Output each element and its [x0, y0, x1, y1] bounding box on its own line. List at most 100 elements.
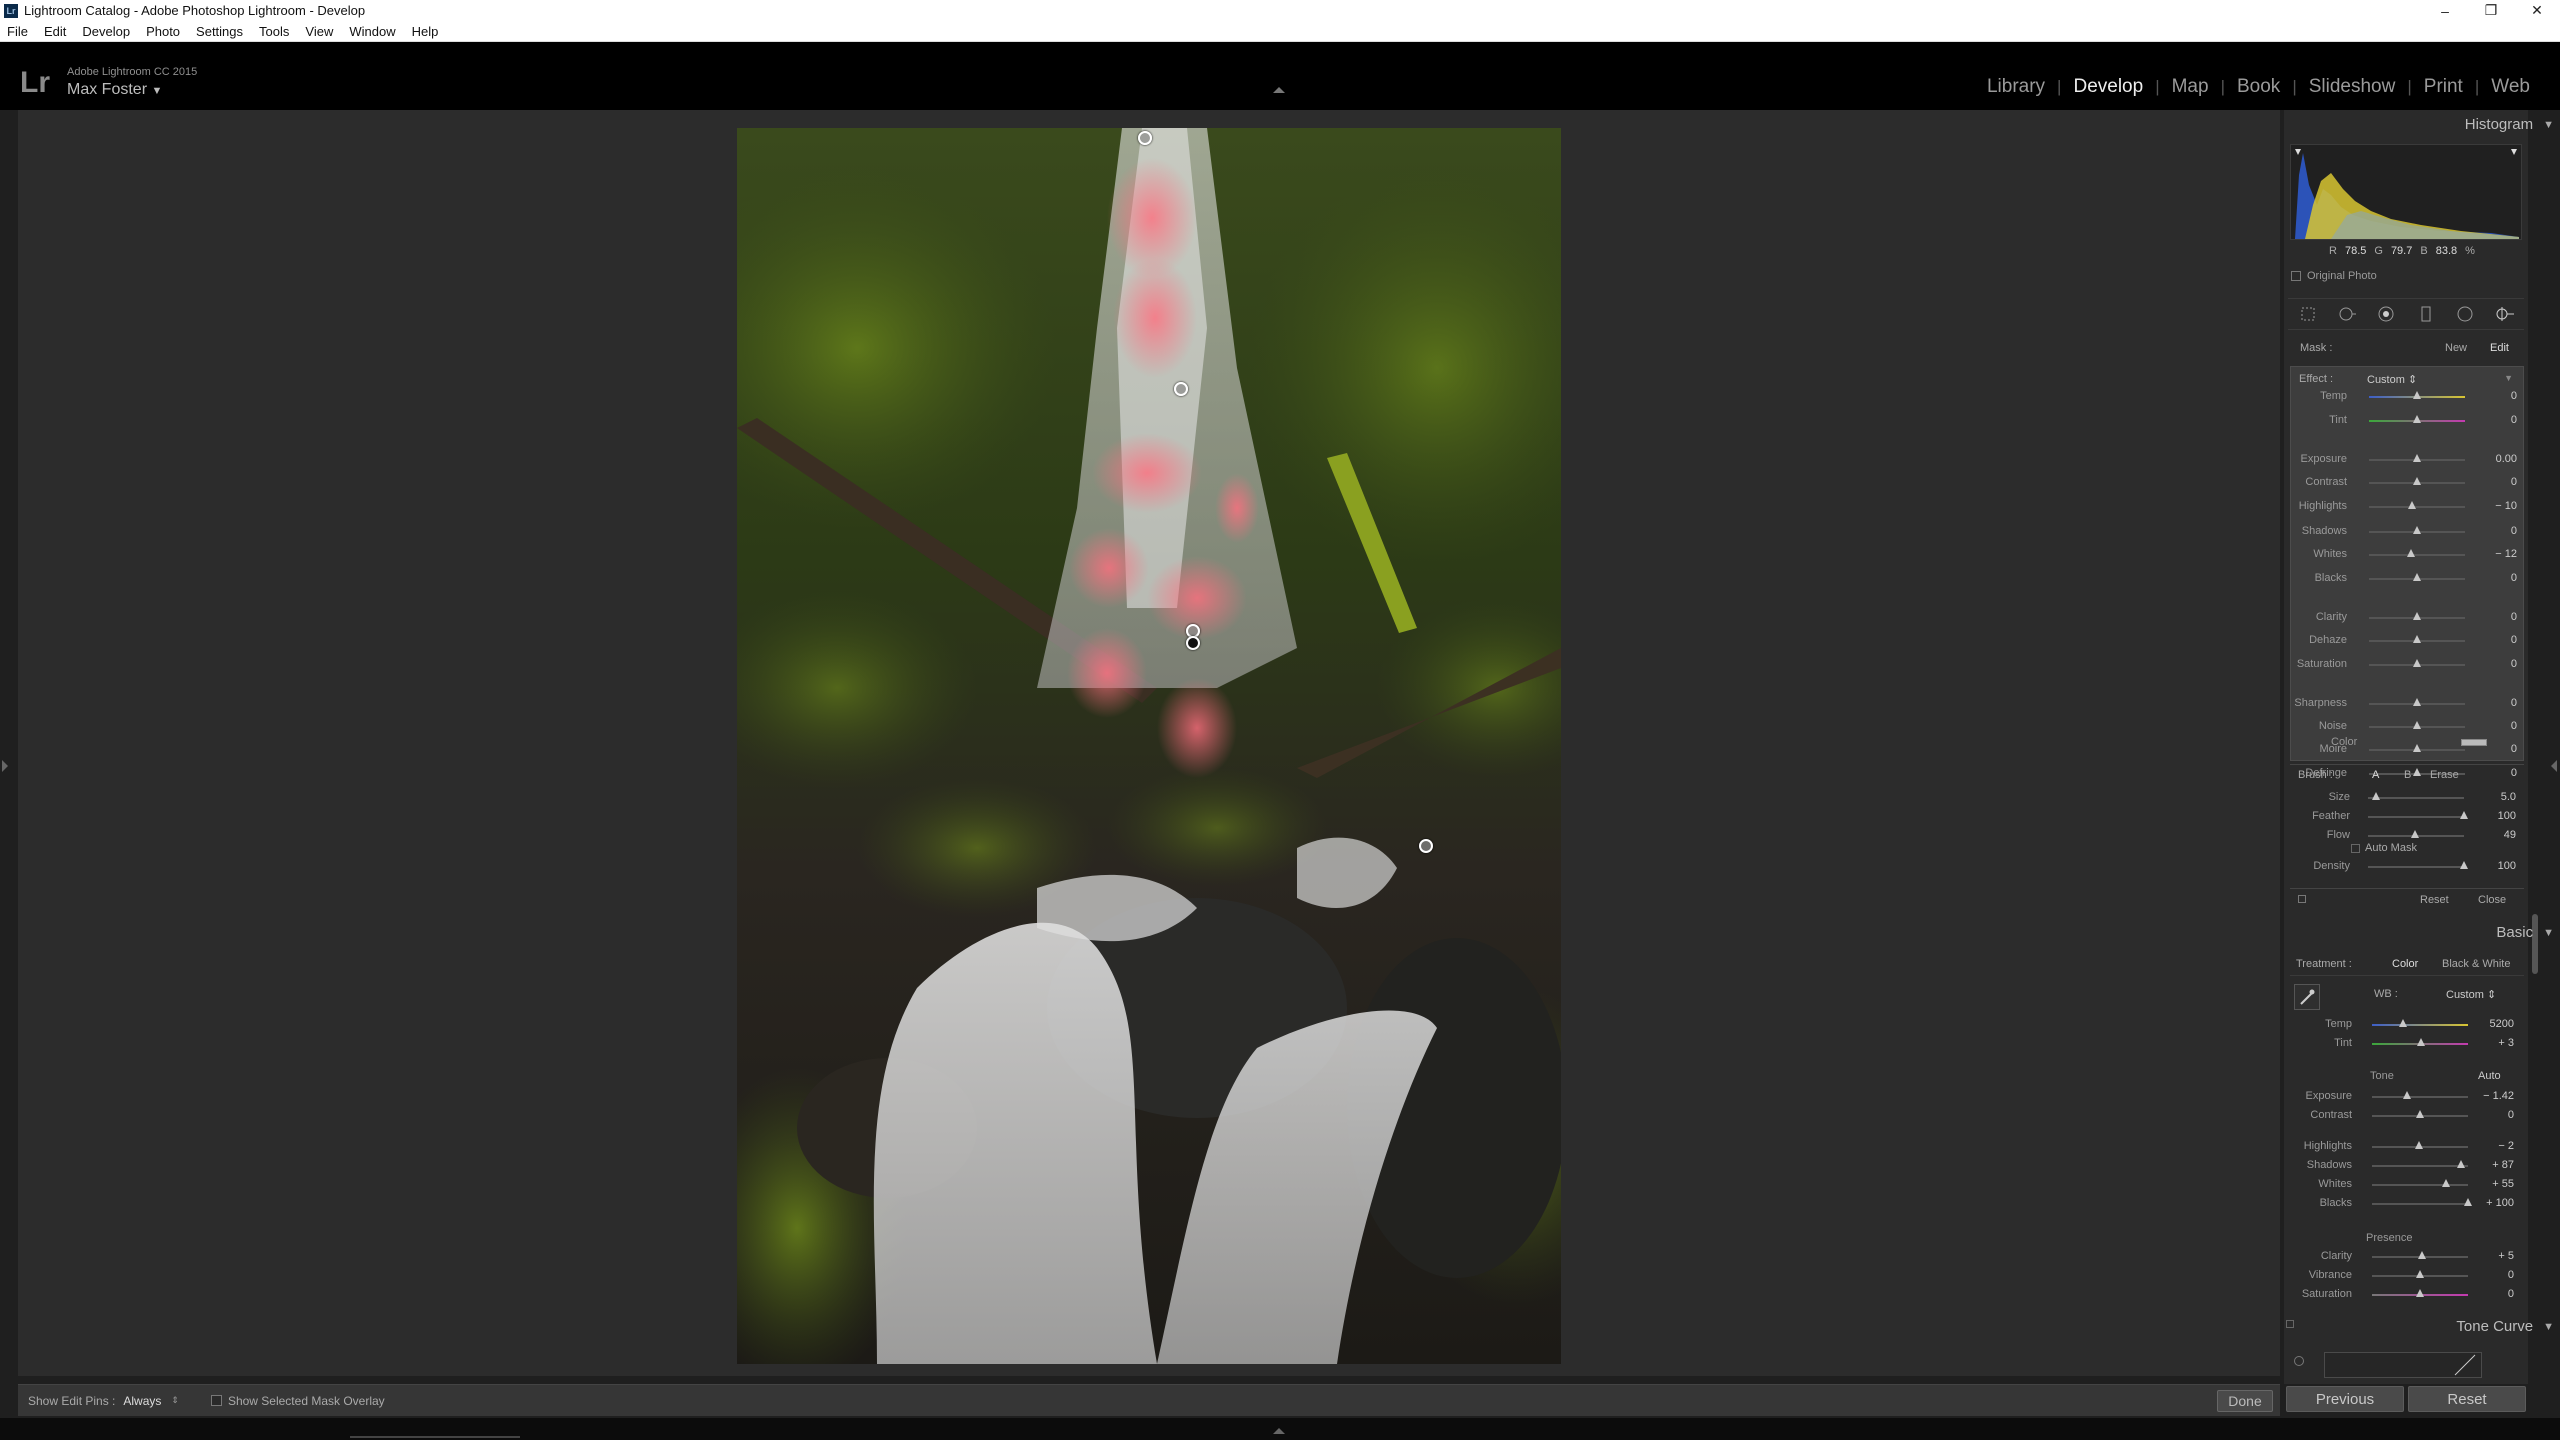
slider-density[interactable]: Density 100: [2290, 860, 2516, 874]
slider-handle[interactable]: [2416, 1270, 2424, 1278]
mask-edit-button[interactable]: Edit: [2490, 342, 2509, 354]
slider-value[interactable]: 0: [2471, 611, 2517, 623]
menu-settings[interactable]: Settings: [189, 24, 252, 39]
slider-handle[interactable]: [2413, 391, 2421, 400]
tone-curve-graph[interactable]: [2324, 1352, 2482, 1378]
slider-value[interactable]: + 55: [2474, 1178, 2514, 1190]
slider-exposure[interactable]: Exposure 0.00: [2291, 453, 2517, 467]
slider-tint[interactable]: Tint 0: [2291, 414, 2517, 428]
adjustment-brush-icon[interactable]: [2494, 304, 2515, 324]
brush-reset-button[interactable]: Reset: [2420, 894, 2449, 906]
crop-tool-icon[interactable]: [2298, 304, 2318, 324]
slider-handle[interactable]: [2416, 1038, 2425, 1046]
bottom-panel-toggle-icon[interactable]: [1273, 1428, 1285, 1434]
slider-value[interactable]: 0: [2471, 390, 2517, 402]
brush-panel-switch-icon[interactable]: [2298, 895, 2306, 903]
slider-handle[interactable]: [2457, 1160, 2466, 1168]
menu-view[interactable]: View: [298, 24, 342, 39]
slider-track[interactable]: [2372, 1165, 2468, 1167]
slider-value[interactable]: 0: [2471, 697, 2517, 709]
radial-filter-icon[interactable]: [2455, 304, 2475, 324]
slider-value[interactable]: 100: [2470, 810, 2516, 822]
slider-value[interactable]: − 10: [2471, 500, 2517, 512]
panel-switch-icon[interactable]: [2286, 1320, 2294, 1328]
slider-handle[interactable]: [2460, 861, 2468, 869]
reset-button[interactable]: Reset: [2408, 1386, 2526, 1412]
slider-contrast[interactable]: Contrast 0: [2290, 1109, 2514, 1123]
auto-mask-toggle[interactable]: Auto Mask: [2351, 842, 2417, 854]
red-eye-icon[interactable]: [2376, 304, 2396, 324]
slider-value[interactable]: 0: [2471, 525, 2517, 537]
slider-handle[interactable]: [2413, 572, 2421, 581]
minimize-icon[interactable]: –: [2422, 0, 2468, 21]
slider-handle[interactable]: [2407, 549, 2416, 558]
slider-handle[interactable]: [2417, 1251, 2426, 1259]
menu-help[interactable]: Help: [405, 24, 448, 39]
original-photo-checkbox[interactable]: [2291, 271, 2301, 281]
show-edit-pins-select[interactable]: Always: [123, 1394, 161, 1408]
slider-blacks[interactable]: Blacks 0: [2291, 572, 2517, 586]
slider-noise[interactable]: Noise 0: [2291, 720, 2517, 734]
slider-track[interactable]: [2368, 797, 2464, 799]
slider-handle[interactable]: [2460, 811, 2468, 819]
slider-handle[interactable]: [2371, 792, 2380, 800]
menu-photo[interactable]: Photo: [139, 24, 189, 39]
top-panel-toggle-icon[interactable]: [1273, 87, 1285, 93]
mask-new-button[interactable]: New: [2445, 342, 2467, 354]
slider-handle[interactable]: [2402, 1091, 2411, 1099]
close-icon[interactable]: ✕: [2514, 0, 2560, 21]
slider-track[interactable]: [2369, 505, 2465, 508]
selected-edit-pin[interactable]: [1186, 636, 1200, 650]
module-slideshow[interactable]: Slideshow: [2297, 76, 2408, 98]
slider-blacks[interactable]: Blacks + 100: [2290, 1197, 2514, 1211]
slider-value[interactable]: 0: [2471, 634, 2517, 646]
slider-handle[interactable]: [2441, 1179, 2450, 1187]
slider-track[interactable]: [2368, 816, 2464, 818]
spot-removal-icon[interactable]: [2337, 304, 2357, 324]
slider-handle[interactable]: [2413, 697, 2421, 706]
slider-handle[interactable]: [2413, 658, 2421, 667]
slider-handle[interactable]: [2416, 1110, 2424, 1118]
slider-shadows[interactable]: Shadows + 87: [2290, 1159, 2514, 1173]
slider-saturation[interactable]: Saturation 0: [2291, 658, 2517, 672]
slider-track[interactable]: [2369, 554, 2465, 557]
done-button[interactable]: Done: [2217, 1390, 2273, 1412]
slider-handle[interactable]: [2413, 414, 2421, 423]
slider-handle[interactable]: [2413, 635, 2421, 644]
menu-file[interactable]: File: [0, 24, 37, 39]
slider-sharpness[interactable]: Sharpness 0: [2291, 697, 2517, 711]
slider-track[interactable]: [2372, 1184, 2468, 1186]
auto-tone-button[interactable]: Auto: [2478, 1070, 2501, 1082]
slider-handle[interactable]: [2411, 830, 2420, 838]
menu-window[interactable]: Window: [342, 24, 404, 39]
slider-feather[interactable]: Feather 100: [2290, 810, 2516, 824]
slider-whites[interactable]: Whites − 12: [2291, 548, 2517, 562]
slider-handle[interactable]: [2416, 1289, 2424, 1297]
slider-value[interactable]: 100: [2470, 860, 2516, 872]
slider-handle[interactable]: [2413, 453, 2421, 462]
targeted-adjustment-icon[interactable]: [2294, 1356, 2304, 1366]
slider-value[interactable]: 0: [2471, 476, 2517, 488]
slider-value[interactable]: 0: [2471, 572, 2517, 584]
graduated-filter-icon[interactable]: [2416, 304, 2436, 324]
previous-button[interactable]: Previous: [2286, 1386, 2404, 1412]
slider-handle[interactable]: [2408, 500, 2417, 509]
slider-value[interactable]: − 2: [2474, 1140, 2514, 1152]
slider-contrast[interactable]: Contrast 0: [2291, 476, 2517, 490]
slider-tint[interactable]: Tint + 3: [2290, 1037, 2514, 1051]
slider-handle[interactable]: [2413, 744, 2421, 753]
module-library[interactable]: Library: [1975, 76, 2057, 98]
slider-value[interactable]: 0: [2474, 1109, 2514, 1121]
slider-value[interactable]: + 87: [2474, 1159, 2514, 1171]
module-book[interactable]: Book: [2225, 76, 2292, 98]
tone-curve-header[interactable]: Tone Curve ▼: [2456, 1318, 2554, 1335]
slider-saturation[interactable]: Saturation 0: [2290, 1288, 2514, 1302]
histogram-header[interactable]: Histogram ▼: [2465, 116, 2554, 133]
effect-collapse-icon[interactable]: ▼: [2504, 373, 2513, 383]
slider-whites[interactable]: Whites + 55: [2290, 1178, 2514, 1192]
slider-exposure[interactable]: Exposure − 1.42: [2290, 1090, 2514, 1104]
right-panel-scrollbar[interactable]: [2532, 914, 2538, 974]
slider-value[interactable]: 0: [2471, 720, 2517, 732]
slider-track[interactable]: [2368, 866, 2464, 868]
user-name[interactable]: Max Foster ▼: [67, 81, 162, 99]
